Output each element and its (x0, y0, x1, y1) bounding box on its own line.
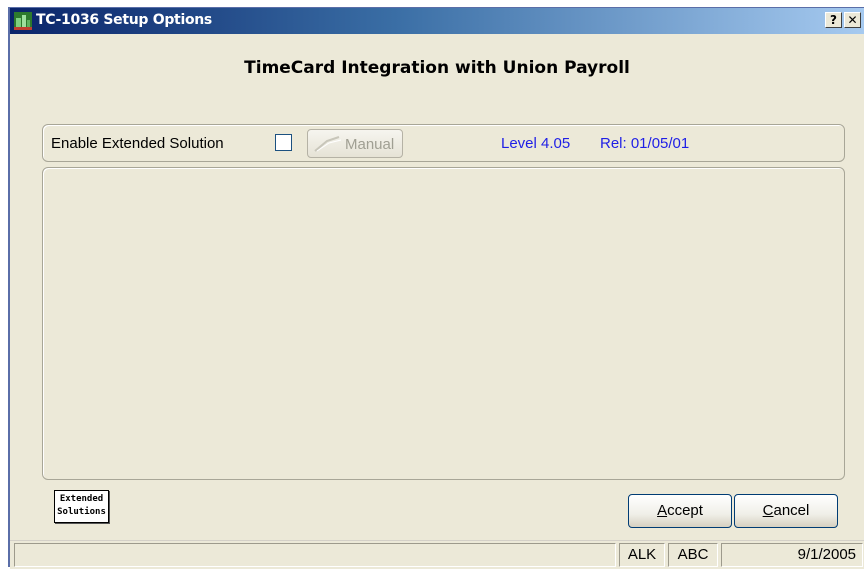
options-panel: Enable Extended Solution Manual Level 4.… (42, 124, 845, 162)
main-content-panel (42, 167, 845, 480)
level-text: Level 4.05 (501, 135, 571, 152)
title-bar[interactable]: TC-1036 Setup Options ? ✕ (10, 8, 864, 34)
status-message (14, 543, 616, 567)
accept-label: ccept (667, 502, 703, 519)
manual-button[interactable]: Manual (307, 129, 403, 158)
enable-extended-solution-label: Enable Extended Solution (51, 135, 224, 152)
status-bar: ALK ABC 9/1/2005 (10, 540, 864, 569)
extended-solutions-logo: Extended Solutions (54, 490, 109, 523)
help-button[interactable]: ? (825, 12, 842, 28)
app-icon (14, 12, 32, 30)
enable-extended-solution-checkbox[interactable] (275, 134, 292, 151)
accept-button[interactable]: Accept (628, 494, 732, 528)
page-heading: TimeCard Integration with Union Payroll (244, 58, 630, 78)
window-title: TC-1036 Setup Options (36, 12, 212, 28)
status-company: ABC (668, 543, 718, 567)
status-date: 9/1/2005 (721, 543, 863, 567)
release-text: Rel: 01/05/01 (600, 135, 690, 152)
manual-icon (314, 136, 342, 152)
manual-button-label: Manual (345, 136, 395, 153)
logo-line-1: Extended (59, 494, 104, 504)
cancel-button[interactable]: Cancel (734, 494, 838, 528)
cancel-label: ancel (773, 502, 810, 519)
setup-options-window: TC-1036 Setup Options ? ✕ TimeCard Integ… (8, 7, 864, 569)
accept-mnemonic: A (657, 502, 668, 519)
cancel-mnemonic: C (762, 502, 774, 519)
logo-line-2: Solutions (57, 507, 106, 517)
close-icon: ✕ (847, 13, 858, 27)
status-user: ALK (619, 543, 665, 567)
close-button[interactable]: ✕ (844, 12, 861, 28)
